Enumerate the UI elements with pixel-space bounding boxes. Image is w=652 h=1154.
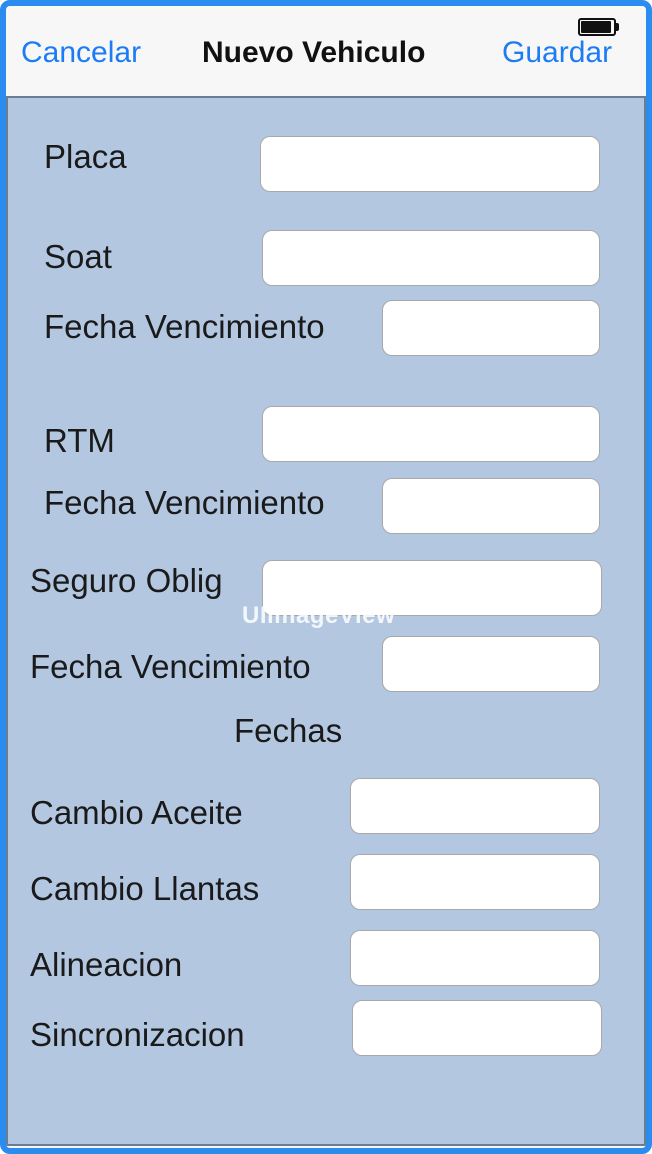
seguro-label: Seguro Oblig: [30, 562, 223, 599]
soat-label: Soat: [44, 238, 112, 275]
rtm-label: RTM: [44, 422, 115, 459]
fechas-section-title: Fechas: [234, 712, 343, 749]
cambio-aceite-label: Cambio Aceite: [30, 794, 243, 831]
rtm-fecha-label: Fecha Vencimiento: [44, 484, 325, 521]
rtm-fecha-field[interactable]: [382, 478, 600, 534]
seguro-fecha-field[interactable]: [382, 636, 600, 692]
battery-icon: [578, 18, 619, 36]
cambio-aceite-field[interactable]: [350, 778, 600, 834]
placa-field[interactable]: [260, 136, 600, 192]
cambio-llantas-label: Cambio Llantas: [30, 870, 260, 907]
soat-fecha-field[interactable]: [382, 300, 600, 356]
soat-field[interactable]: [262, 230, 600, 286]
uiimageview-watermark: UIImageView: [242, 602, 396, 629]
seguro-fecha-label: Fecha Vencimiento: [30, 648, 311, 685]
sincronizacion-label: Sincronizacion: [30, 1016, 245, 1053]
alineacion-label: Alineacion: [30, 946, 183, 983]
rtm-field[interactable]: [262, 406, 600, 462]
cancel-button[interactable]: Cancelar: [21, 36, 141, 70]
alineacion-field[interactable]: [350, 930, 600, 986]
device-frame: Cancelar Nuevo Vehiculo Guardar Placa So…: [0, 0, 652, 1154]
cambio-llantas-field[interactable]: [350, 854, 600, 910]
soat-fecha-label: Fecha Vencimiento: [44, 308, 325, 345]
placa-label: Placa: [44, 138, 127, 175]
navigation-bar: Cancelar Nuevo Vehiculo Guardar: [6, 6, 646, 96]
save-button[interactable]: Guardar: [502, 36, 612, 70]
page-title: Nuevo Vehiculo: [202, 36, 426, 69]
sincronizacion-field[interactable]: [352, 1000, 602, 1056]
